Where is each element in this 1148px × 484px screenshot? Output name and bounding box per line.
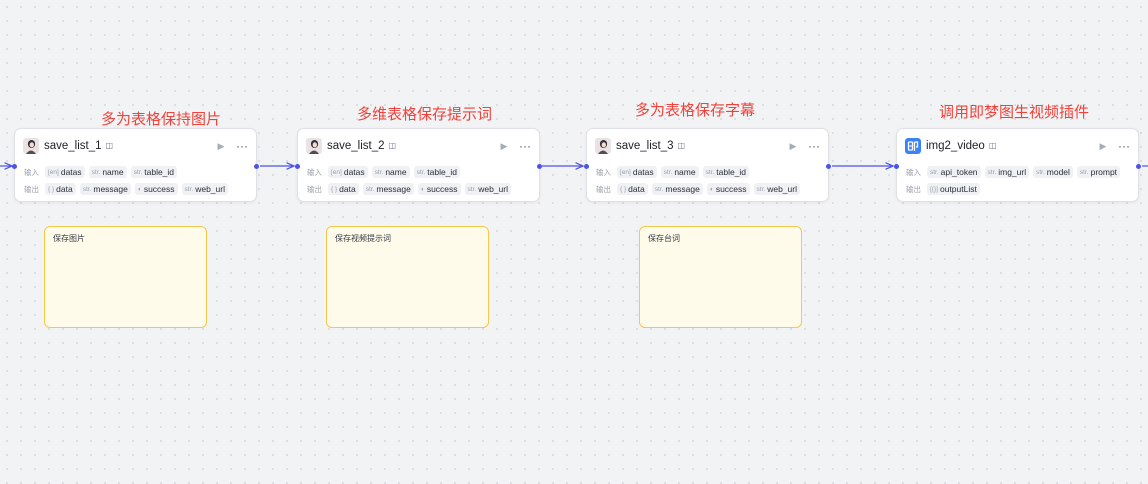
node-name: save_list_2 bbox=[327, 140, 385, 152]
input-row: 输入 [en] datas str. name str. table_id bbox=[596, 165, 824, 179]
output-port[interactable] bbox=[826, 164, 831, 169]
input-label: 输入 bbox=[906, 167, 921, 177]
node-save-list-3[interactable]: save_list_3 ◫ ▶ ··· 输入 [en] datas str. nam… bbox=[584, 128, 831, 202]
badge-icon: ◫ bbox=[388, 141, 397, 150]
input-row: 输入 [en] datas str. name str. table_id bbox=[307, 165, 535, 179]
input-port[interactable] bbox=[894, 164, 899, 169]
more-icon[interactable]: ··· bbox=[1116, 139, 1132, 153]
param-chip: str. img_url bbox=[984, 166, 1030, 178]
output-port[interactable] bbox=[254, 164, 259, 169]
node-name: save_list_1 bbox=[44, 140, 102, 152]
input-row: 输入 [en] datas str. name str. table_id bbox=[24, 165, 252, 179]
badge-icon: ◫ bbox=[105, 141, 114, 150]
param-chip: str. web_url bbox=[753, 183, 800, 195]
input-label: 输入 bbox=[307, 167, 322, 177]
avatar-image-icon bbox=[306, 138, 322, 154]
input-row: 输入 str. api_token str. img_url str. model s… bbox=[906, 165, 1134, 179]
output-row: 输出 { } data str. message ◐ success str. web_… bbox=[596, 182, 824, 196]
param-chip: [{}] outputList bbox=[927, 183, 980, 195]
output-row: 输出 { } data str. message ◐ success str. web_… bbox=[307, 182, 535, 196]
play-icon[interactable]: ▶ bbox=[786, 141, 800, 152]
param-chip: str. message bbox=[79, 183, 131, 195]
toggle-icon: ◐ bbox=[137, 185, 142, 193]
toggle-icon: ◐ bbox=[709, 185, 714, 193]
param-chip: [en] datas bbox=[45, 166, 85, 178]
param-chip: { } data bbox=[617, 183, 648, 195]
toggle-icon: ◐ bbox=[420, 185, 425, 193]
output-label: 输出 bbox=[24, 184, 39, 194]
node-name: save_list_3 bbox=[616, 140, 674, 152]
jimeng-plugin-icon bbox=[905, 138, 921, 154]
play-icon[interactable]: ▶ bbox=[497, 141, 511, 152]
param-chip: str. message bbox=[362, 183, 414, 195]
play-icon[interactable]: ▶ bbox=[214, 141, 228, 152]
annotation-save-images: 多为表格保持图片 bbox=[101, 110, 222, 128]
param-chip: str. name bbox=[371, 166, 410, 178]
output-label: 输出 bbox=[596, 184, 611, 194]
param-chip: ◐ success bbox=[706, 183, 750, 195]
input-label: 输入 bbox=[24, 167, 39, 177]
param-chip: str. web_url bbox=[464, 183, 511, 195]
sticky-note[interactable]: 保存视频提示词 bbox=[326, 226, 489, 328]
annotation-save-subtitles: 多为表格保存字幕 bbox=[635, 101, 756, 119]
input-port[interactable] bbox=[584, 164, 589, 169]
param-chip: str. prompt bbox=[1076, 166, 1121, 178]
avatar-image-icon bbox=[23, 138, 39, 154]
sticky-note[interactable]: 保存台词 bbox=[639, 226, 802, 328]
note-text: 保存台词 bbox=[648, 234, 680, 243]
more-icon[interactable]: ··· bbox=[234, 139, 250, 153]
param-chip: [en] datas bbox=[617, 166, 657, 178]
param-chip: [en] datas bbox=[328, 166, 368, 178]
param-chip: ◐ success bbox=[134, 183, 178, 195]
param-chip: str. message bbox=[651, 183, 703, 195]
output-label: 输出 bbox=[906, 184, 921, 194]
input-port[interactable] bbox=[12, 164, 17, 169]
param-chip: str. table_id bbox=[130, 166, 178, 178]
param-chip: str. table_id bbox=[413, 166, 461, 178]
node-save-list-1[interactable]: save_list_1 ◫ ▶ ··· 输入 [en] datas str. nam… bbox=[12, 128, 259, 202]
input-port[interactable] bbox=[295, 164, 300, 169]
avatar-image-icon bbox=[595, 138, 611, 154]
param-chip: str. table_id bbox=[702, 166, 750, 178]
sticky-note[interactable]: 保存图片 bbox=[44, 226, 207, 328]
param-chip: ◐ success bbox=[417, 183, 461, 195]
output-label: 输出 bbox=[307, 184, 322, 194]
note-text: 保存图片 bbox=[53, 234, 85, 243]
param-chip: str. name bbox=[88, 166, 127, 178]
play-icon[interactable]: ▶ bbox=[1096, 141, 1110, 152]
more-icon[interactable]: ··· bbox=[517, 139, 533, 153]
output-row: 输出 [{}] outputList bbox=[906, 182, 1134, 196]
param-chip: str. model bbox=[1033, 166, 1073, 178]
output-row: 输出 { } data str. message ◐ success str. web_… bbox=[24, 182, 252, 196]
node-save-list-2[interactable]: save_list_2 ◫ ▶ ··· 输入 [en] datas str. nam… bbox=[295, 128, 542, 202]
output-port[interactable] bbox=[537, 164, 542, 169]
param-chip: str. api_token bbox=[927, 166, 981, 178]
output-port[interactable] bbox=[1136, 164, 1141, 169]
badge-icon: ◫ bbox=[677, 141, 686, 150]
param-chip: str. name bbox=[660, 166, 699, 178]
workflow-canvas[interactable]: 多为表格保持图片 多维表格保存提示词 多为表格保存字幕 调用即梦图生视频插件 s… bbox=[0, 0, 1148, 484]
param-chip: str. web_url bbox=[181, 183, 228, 195]
annotation-save-prompts: 多维表格保存提示词 bbox=[357, 105, 493, 123]
badge-icon: ◫ bbox=[988, 141, 997, 150]
param-chip: { } data bbox=[328, 183, 359, 195]
param-chip: { } data bbox=[45, 183, 76, 195]
node-name: img2_video bbox=[926, 140, 985, 152]
input-label: 输入 bbox=[596, 167, 611, 177]
annotation-call-jimeng: 调用即梦图生视频插件 bbox=[939, 103, 1090, 121]
more-icon[interactable]: ··· bbox=[806, 139, 822, 153]
node-img2-video[interactable]: img2_video ◫ ▶ ··· 输入 str. api_token str.… bbox=[894, 128, 1141, 202]
note-text: 保存视频提示词 bbox=[335, 234, 391, 243]
